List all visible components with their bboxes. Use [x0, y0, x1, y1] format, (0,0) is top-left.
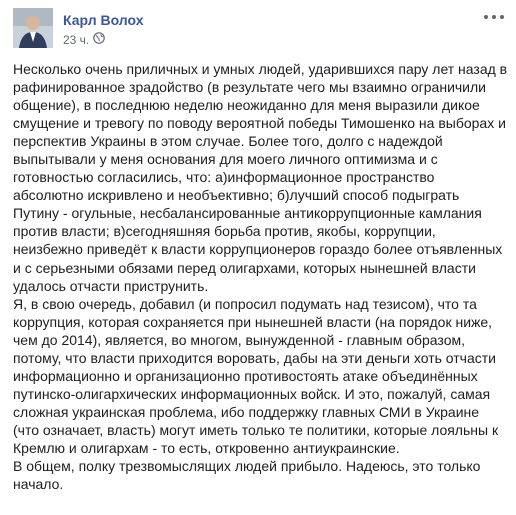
post-paragraph-1: Несколько очень приличных и умных людей,…	[13, 61, 508, 294]
post-paragraph-2: Я, в свою очередь, добавил (и попросил п…	[13, 295, 508, 457]
post-timestamp[interactable]: 23 ч.	[63, 33, 89, 47]
paragraph-2-intro: Я, в свою очередь, добавил (и попросил п…	[13, 295, 438, 312]
globe-icon	[93, 32, 106, 47]
post-paragraph-3: В общем, полку трезвомыслящих людей приб…	[13, 458, 481, 493]
more-options-icon[interactable]	[482, 10, 506, 24]
avatar[interactable]	[13, 8, 53, 48]
post-body: Несколько очень приличных и умных людей,…	[13, 60, 508, 493]
post-meta: 23 ч.	[63, 32, 106, 47]
post-header: Карл Волох 23 ч.	[13, 8, 506, 48]
author-name[interactable]: Карл Волох	[63, 12, 144, 28]
